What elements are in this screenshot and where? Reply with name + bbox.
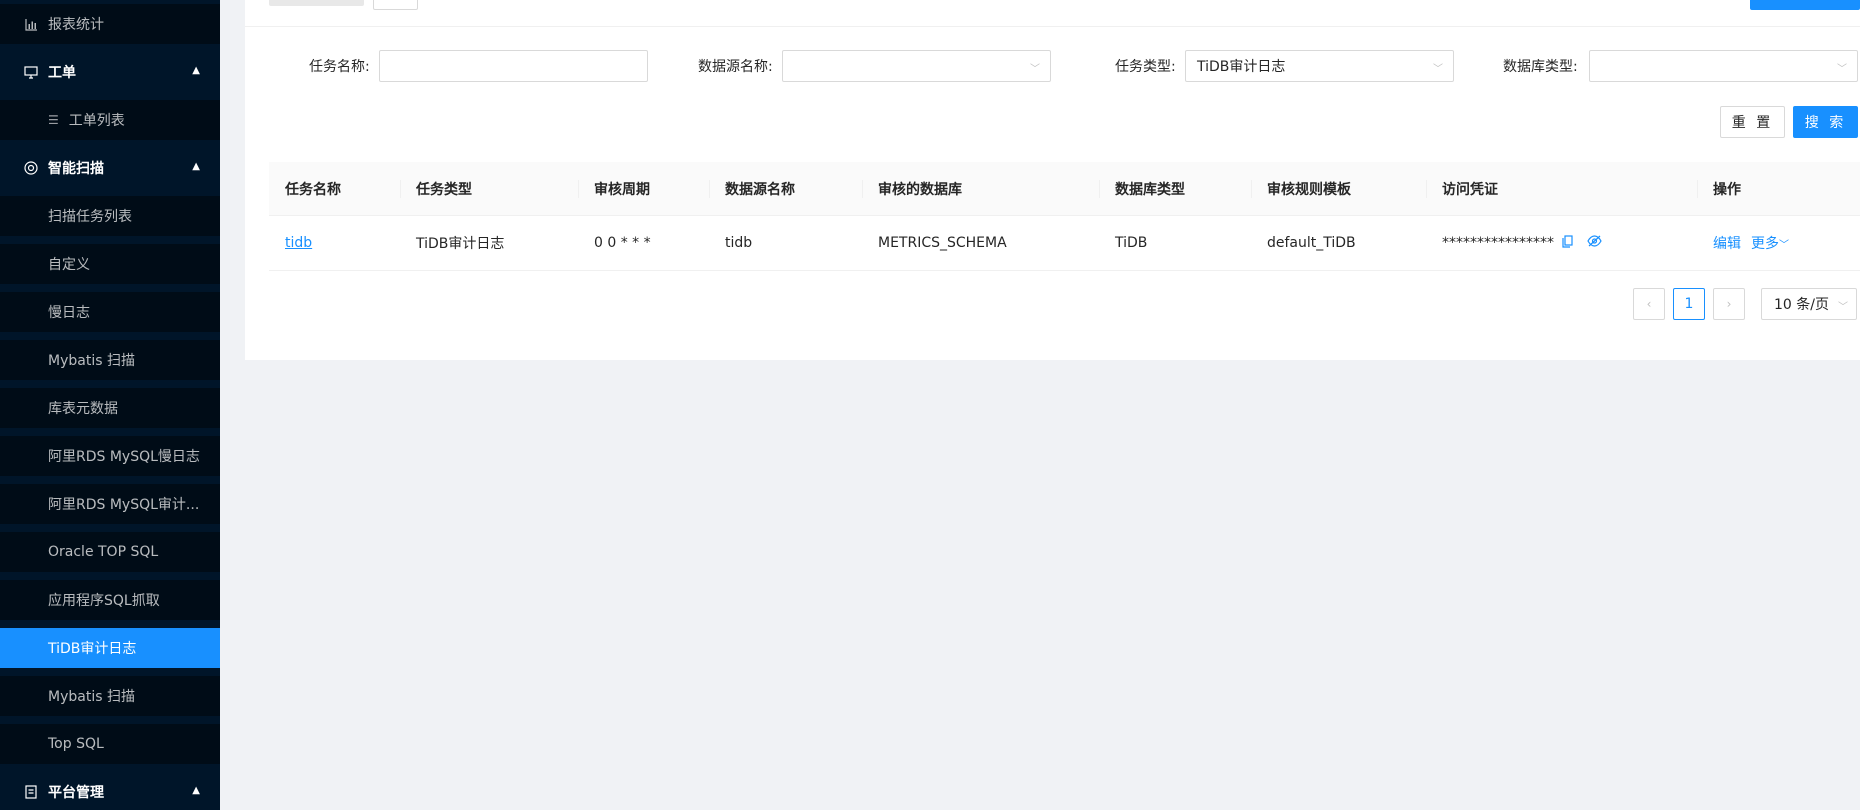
column-header-task-name: 任务名称 [285,181,341,198]
column-header-cycle: 审核周期 [594,181,650,198]
edit-link[interactable]: 编辑 [1713,233,1741,253]
table-header: 任务名称 任务类型 审核周期 数据源名称 审核的数据库 数据库类型 审核规则模板… [269,162,1860,216]
column-header-task-type: 任务类型 [416,181,472,198]
sidebar-item-label: Oracle TOP SQL [48,544,159,560]
task-type-select-value: TiDB审计日志 [1197,59,1286,75]
task-type-cell: TiDB审计日志 [416,236,505,252]
list-icon: ☰ [48,113,59,127]
eye-invisible-icon[interactable] [1587,235,1602,251]
copy-icon[interactable] [1562,234,1573,252]
table-row: tidb TiDB审计日志 0 0 * * * tidb METRICS_SCH… [269,216,1860,271]
page-size-value: 10 条/页 [1774,297,1829,313]
scan-icon [24,161,38,175]
sidebar-item-label: 报表统计 [48,17,104,33]
chevron-up-icon: ▲ [192,161,200,172]
credential-cell: **************** [1426,216,1602,270]
task-name-label: 任务名称: [309,59,370,75]
main-panel: 任务名称: 数据源名称: ﹀ 任务类型: TiDB审计日志 ﹀ 数据库类型: ﹀… [245,0,1860,360]
sidebar-group-label: 智能扫描 [48,161,104,177]
reset-button[interactable]: 重 置 [1720,106,1785,138]
credential-masked: **************** [1442,235,1554,251]
sidebar-item-top-sql[interactable]: Top SQL [0,724,220,764]
pagination-prev-button[interactable]: ‹ [1633,288,1665,320]
database-cell: METRICS_SCHEMA [878,235,1007,251]
document-icon [24,785,38,799]
sidebar-group-workorder[interactable]: 工单 ▲ [0,52,220,92]
column-header-actions: 操作 [1713,181,1741,198]
cycle-cell: 0 0 * * * [594,235,651,251]
datasource-cell: tidb [725,235,753,251]
sidebar-item-custom[interactable]: 自定义 [0,244,220,284]
chevron-down-icon: ﹀ [1779,240,1789,251]
sidebar-item-label: 阿里RDS MySQL审计... [48,497,200,513]
sidebar-item-label: 应用程序SQL抓取 [48,593,160,609]
chevron-up-icon: ▲ [192,785,200,796]
chevron-up-icon: ▲ [192,65,200,76]
datasource-label: 数据源名称: [698,59,773,75]
column-header-database: 审核的数据库 [878,181,962,198]
sidebar-item-mybatis-scan[interactable]: Mybatis 扫描 [0,340,220,380]
chevron-down-icon: ﹀ [1838,302,1848,313]
sidebar-item-scan-task-list[interactable]: 扫描任务列表 [0,196,220,236]
chevron-down-icon: ﹀ [1837,64,1847,75]
column-header-datasource: 数据源名称 [725,181,795,198]
sidebar-item-label: 库表元数据 [48,401,118,417]
column-header-rule-template: 审核规则模板 [1267,181,1351,198]
monitor-icon [24,65,38,79]
sidebar-item-label: Top SQL [48,736,104,752]
chevron-down-icon: ﹀ [1030,64,1040,75]
pagination-next-button[interactable]: › [1713,288,1745,320]
sidebar-group-platform[interactable]: 平台管理 ▲ [0,772,220,810]
sidebar: 报表统计 工单 ▲ ☰ 工单列表 智能扫描 ▲ 扫描任务列表 自定义 慢日志 M… [0,0,220,810]
sidebar-item-label: 工单列表 [68,113,125,129]
sidebar-item-label: TiDB审计日志 [48,641,137,657]
more-dropdown[interactable]: 更多﹀ [1751,233,1789,253]
sidebar-item-ali-rds-audit[interactable]: 阿里RDS MySQL审计... [0,484,220,524]
sidebar-item-workorder-list[interactable]: ☰ 工单列表 [0,100,220,140]
sidebar-item-label: 自定义 [48,257,90,273]
sidebar-item-oracle-top-sql[interactable]: Oracle TOP SQL [0,532,220,572]
sidebar-item-label: Mybatis 扫描 [48,353,135,369]
rule-template-cell: default_TiDB [1267,235,1356,251]
top-toolbar [245,0,1860,27]
page-size-select[interactable]: 10 条/页 ﹀ [1761,288,1857,320]
column-header-db-type: 数据库类型 [1115,181,1185,198]
sidebar-item-report-stats[interactable]: 报表统计 [0,4,220,44]
search-button[interactable]: 搜 索 [1793,106,1858,138]
sidebar-item-mybatis-scan-2[interactable]: Mybatis 扫描 [0,676,220,716]
chevron-right-icon: › [1726,297,1732,311]
actions-cell: 编辑 更多﹀ [1697,216,1789,270]
task-type-label: 任务类型: [1115,59,1176,75]
db-type-label: 数据库类型: [1503,59,1578,75]
db-type-select[interactable]: ﹀ [1589,50,1858,82]
sidebar-group-label: 工单 [48,65,76,81]
sidebar-item-label: 慢日志 [48,305,90,321]
sidebar-item-ali-rds-slow-log[interactable]: 阿里RDS MySQL慢日志 [0,436,220,476]
chevron-down-icon: ﹀ [1433,64,1443,75]
datasource-select[interactable]: ﹀ [782,50,1051,82]
sidebar-item-label: 扫描任务列表 [48,209,132,225]
sidebar-item-label: 阿里RDS MySQL慢日志 [48,449,200,465]
sidebar-item-tidb-audit-log[interactable]: TiDB审计日志 [0,628,220,668]
bar-chart-icon [24,17,38,31]
sidebar-item-app-sql-capture[interactable]: 应用程序SQL抓取 [0,580,220,620]
add-task-button-cutoff[interactable] [1750,0,1860,10]
toolbar-button-cutoff[interactable] [373,0,418,10]
task-type-select[interactable]: TiDB审计日志 ﹀ [1185,50,1454,82]
chevron-left-icon: ‹ [1646,297,1652,311]
pagination-page-1[interactable]: 1 [1673,288,1705,320]
sidebar-item-table-metadata[interactable]: 库表元数据 [0,388,220,428]
db-type-cell: TiDB [1115,235,1148,251]
sidebar-group-smart-scan[interactable]: 智能扫描 ▲ [0,148,220,188]
task-name-link[interactable]: tidb [285,235,312,251]
column-header-credential: 访问凭证 [1442,181,1498,198]
task-name-input[interactable] [379,50,648,82]
toolbar-label-cutoff [269,0,364,6]
sidebar-item-slow-log[interactable]: 慢日志 [0,292,220,332]
more-label: 更多 [1751,236,1779,252]
sidebar-group-label: 平台管理 [48,785,104,801]
sidebar-item-label: Mybatis 扫描 [48,689,135,705]
